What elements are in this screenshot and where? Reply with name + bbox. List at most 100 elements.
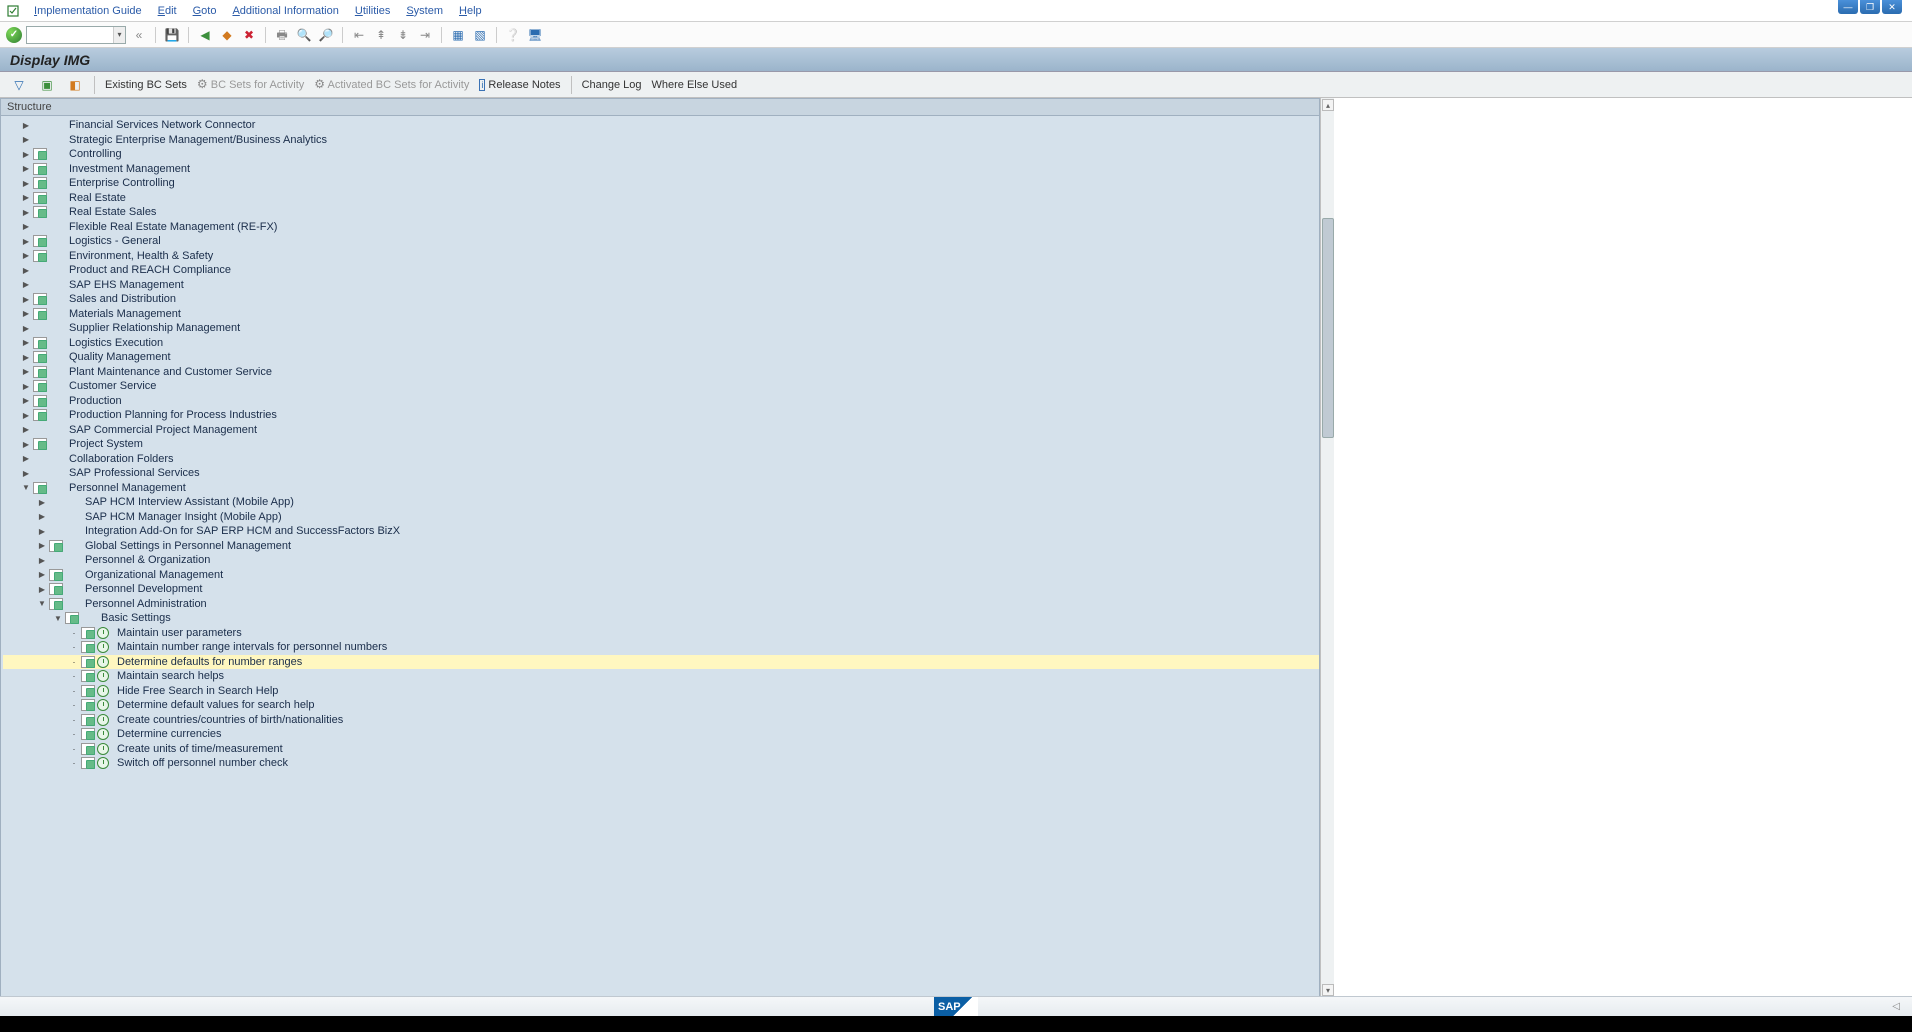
menu-goto[interactable]: Goto <box>185 3 225 19</box>
tree-row[interactable]: Production <box>3 394 1319 409</box>
img-activity-doc-icon[interactable] <box>33 337 47 349</box>
expand-icon[interactable] <box>37 527 47 536</box>
expand-icon[interactable] <box>21 309 31 318</box>
tree-row[interactable]: Maintain number range intervals for pers… <box>3 640 1319 655</box>
tree-row[interactable]: Create countries/countries of birth/nati… <box>3 713 1319 728</box>
img-activity-doc-icon[interactable] <box>81 641 95 653</box>
img-activity-doc-icon[interactable] <box>81 728 95 740</box>
command-input[interactable] <box>27 27 113 43</box>
img-activity-doc-icon[interactable] <box>33 163 47 175</box>
img-activity-doc-icon[interactable] <box>33 409 47 421</box>
execute-activity-icon[interactable] <box>97 685 109 697</box>
expand-icon[interactable] <box>21 135 31 144</box>
img-activity-doc-icon[interactable] <box>33 438 47 450</box>
img-activity-doc-icon[interactable] <box>49 540 63 552</box>
next-page-icon[interactable]: ⇟ <box>394 26 412 44</box>
expand-icon[interactable] <box>21 295 31 304</box>
img-activity-doc-icon[interactable] <box>33 351 47 363</box>
img-activity-doc-icon[interactable] <box>33 250 47 262</box>
tree-row[interactable]: Determine default values for search help <box>3 698 1319 713</box>
menu-additional-information[interactable]: Additional Information <box>224 3 346 19</box>
activated-bc-sets-button[interactable]: ⚙ Activated BC Sets for Activity <box>314 78 469 91</box>
tree-row[interactable]: Determine defaults for number ranges <box>3 655 1319 670</box>
tree-row[interactable]: SAP HCM Interview Assistant (Mobile App) <box>3 495 1319 510</box>
execute-activity-icon[interactable] <box>97 670 109 682</box>
img-activity-doc-icon[interactable] <box>33 192 47 204</box>
enter-icon[interactable]: ✓ <box>6 27 22 43</box>
execute-activity-icon[interactable] <box>97 714 109 726</box>
execute-activity-icon[interactable] <box>97 627 109 639</box>
back-icon[interactable]: ◀ <box>196 26 214 44</box>
expand-icon[interactable] <box>37 541 47 550</box>
expand-icon[interactable] <box>21 193 31 202</box>
tree-row[interactable]: Personnel Administration <box>3 597 1319 612</box>
expand-icon[interactable] <box>21 353 31 362</box>
expand-icon[interactable] <box>21 222 31 231</box>
expand-icon[interactable] <box>21 382 31 391</box>
img-activity-doc-icon[interactable] <box>33 308 47 320</box>
img-activity-doc-icon[interactable] <box>33 148 47 160</box>
tree-row[interactable]: SAP EHS Management <box>3 278 1319 293</box>
img-activity-doc-icon[interactable] <box>65 612 79 624</box>
first-page-icon[interactable]: ⇤ <box>350 26 368 44</box>
tree-row[interactable]: Maintain user parameters <box>3 626 1319 641</box>
customize-layout-icon[interactable]: 🖥 <box>526 26 544 44</box>
expand-icon[interactable] <box>21 469 31 478</box>
execute-activity-icon[interactable] <box>97 656 109 668</box>
where-else-used-button[interactable]: Where Else Used <box>652 79 738 91</box>
tree-row[interactable]: Basic Settings <box>3 611 1319 626</box>
exit-icon[interactable]: ◆ <box>218 26 236 44</box>
img-activity-doc-icon[interactable] <box>33 366 47 378</box>
existing-bc-sets-button[interactable]: Existing BC Sets <box>105 79 187 91</box>
img-activity-doc-icon[interactable] <box>81 743 95 755</box>
img-activity-doc-icon[interactable] <box>33 482 47 494</box>
tree-row[interactable]: Create units of time/measurement <box>3 742 1319 757</box>
expand-icon[interactable] <box>37 512 47 521</box>
expand-icon[interactable] <box>21 164 31 173</box>
tree-row[interactable]: Organizational Management <box>3 568 1319 583</box>
tree-row[interactable]: Real Estate Sales <box>3 205 1319 220</box>
where-used-icon[interactable]: ◧ <box>66 76 84 94</box>
change-log-button[interactable]: Change Log <box>582 79 642 91</box>
expand-all-icon[interactable]: ▽ <box>10 76 28 94</box>
tree-row[interactable]: Strategic Enterprise Management/Business… <box>3 133 1319 148</box>
history-back-icon[interactable]: « <box>130 26 148 44</box>
tree-row[interactable]: Quality Management <box>3 350 1319 365</box>
tree-row[interactable]: Personnel Management <box>3 481 1319 496</box>
img-activity-doc-icon[interactable] <box>81 670 95 682</box>
tree-row[interactable]: Financial Services Network Connector <box>3 118 1319 133</box>
img-activity-doc-icon[interactable] <box>33 380 47 392</box>
tree-row[interactable]: Determine currencies <box>3 727 1319 742</box>
execute-activity-icon[interactable] <box>97 699 109 711</box>
tree-row[interactable]: Hide Free Search in Search Help <box>3 684 1319 699</box>
img-activity-doc-icon[interactable] <box>81 757 95 769</box>
menu-help[interactable]: Help <box>451 3 490 19</box>
tree-row[interactable]: Personnel & Organization <box>3 553 1319 568</box>
tree-row[interactable]: Sales and Distribution <box>3 292 1319 307</box>
tree-row[interactable]: Controlling <box>3 147 1319 162</box>
command-dropdown-icon[interactable]: ▾ <box>113 27 125 43</box>
command-field[interactable]: ▾ <box>26 26 126 44</box>
expand-icon[interactable] <box>21 396 31 405</box>
expand-icon[interactable] <box>37 498 47 507</box>
execute-activity-icon[interactable] <box>97 757 109 769</box>
release-notes-button[interactable]: i Release Notes <box>479 79 560 91</box>
scroll-down-icon[interactable]: ▾ <box>1322 984 1334 996</box>
tree-row[interactable]: Maintain search helps <box>3 669 1319 684</box>
expand-icon[interactable] <box>21 338 31 347</box>
expand-icon[interactable] <box>21 411 31 420</box>
tree-row[interactable]: Plant Maintenance and Customer Service <box>3 365 1319 380</box>
print-icon[interactable]: 🖶 <box>273 26 291 44</box>
img-activity-doc-icon[interactable] <box>49 583 63 595</box>
img-activity-doc-icon[interactable] <box>33 235 47 247</box>
tree-row[interactable]: Environment, Health & Safety <box>3 249 1319 264</box>
new-session-icon[interactable]: ▦ <box>449 26 467 44</box>
scroll-up-icon[interactable]: ▴ <box>1322 99 1334 111</box>
img-activity-doc-icon[interactable] <box>81 699 95 711</box>
img-activity-doc-icon[interactable] <box>33 206 47 218</box>
create-shortcut-icon[interactable]: ▧ <box>471 26 489 44</box>
tree-row[interactable]: Materials Management <box>3 307 1319 322</box>
vertical-scrollbar[interactable]: ▴ ▾ ▾ <box>1320 98 1334 1012</box>
tree-row[interactable]: Logistics Execution <box>3 336 1319 351</box>
img-activity-doc-icon[interactable] <box>33 177 47 189</box>
